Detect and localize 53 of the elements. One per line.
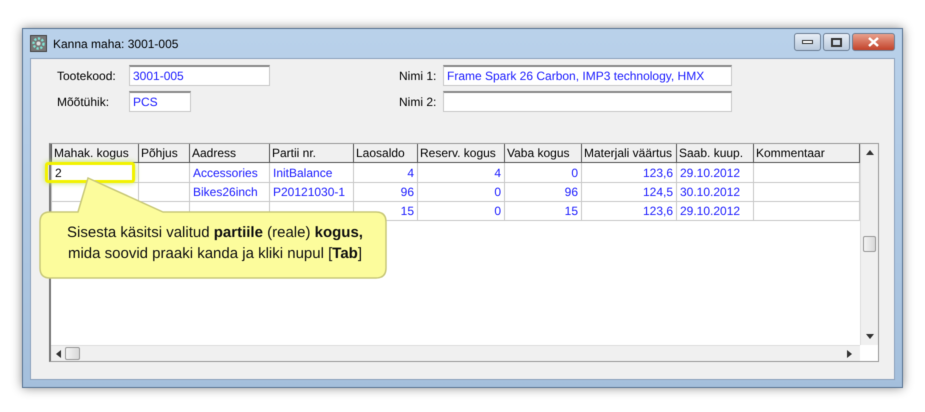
scroll-thumb[interactable] [65, 347, 80, 360]
column-header[interactable]: Aadress [190, 144, 270, 162]
column-header[interactable]: Reserv. kogus [418, 144, 504, 162]
column-header[interactable]: Partii nr. [270, 144, 354, 162]
field-label: Nimi 2: [398, 94, 438, 110]
table-cell: 15 [504, 202, 582, 220]
input-field[interactable]: Frame Spark 26 Carbon, IMP3 technology, HMX [443, 65, 732, 86]
field-label: Mõõtühik: [56, 94, 110, 110]
callout-text: Sisesta käsitsi valitud partiile (reale) kogus, mida soovid praaki kanda ja kliki nupul [Tab] [66, 223, 364, 264]
field-label: Tootekood: [56, 68, 117, 84]
close-button[interactable] [852, 33, 895, 51]
maximize-button[interactable] [823, 33, 850, 51]
table-cell: 30.10.2012 [676, 182, 754, 202]
table-cell: 0 [504, 162, 582, 182]
field-label: Nimi 1: [398, 68, 438, 84]
table-cell: 124,5 [582, 182, 676, 202]
table-cell: P20121030-1 [270, 182, 354, 202]
input-field[interactable]: 3001-005 [129, 65, 270, 86]
table-cell: 123,6 [582, 162, 676, 182]
input-field[interactable] [443, 91, 732, 112]
table-cell: Accessories [190, 162, 270, 182]
table-cell: 4 [418, 162, 504, 182]
table-cell: 123,6 [582, 202, 676, 220]
minimize-button[interactable] [794, 33, 821, 51]
scroll-up-icon[interactable] [866, 150, 874, 155]
gear-icon [30, 35, 47, 52]
table-cell: 4 [354, 162, 418, 182]
input-field[interactable]: PCS [129, 91, 191, 112]
scroll-right-icon[interactable] [847, 350, 852, 358]
table-cell: 0 [418, 182, 504, 202]
column-header[interactable]: Mahak. kogus [52, 144, 138, 162]
column-header[interactable]: Vaba kogus [504, 144, 582, 162]
table-cell: Bikes26inch [190, 182, 270, 202]
vertical-scrollbar[interactable] [860, 144, 878, 345]
table-cell: 96 [354, 182, 418, 202]
horizontal-scrollbar[interactable] [51, 345, 860, 361]
table-cell: 29.10.2012 [676, 162, 754, 182]
table-cell: 29.10.2012 [676, 202, 754, 220]
scroll-thumb[interactable] [863, 236, 876, 252]
column-header[interactable]: Materjali väärtus [582, 144, 676, 162]
scroll-down-icon[interactable] [866, 334, 874, 339]
column-header[interactable]: Saab. kuup. [676, 144, 754, 162]
column-header[interactable]: Laosaldo [354, 144, 418, 162]
scroll-left-icon[interactable] [56, 350, 61, 358]
column-header[interactable]: Kommentaar [754, 144, 860, 162]
column-header[interactable]: Põhjus [138, 144, 190, 162]
minimize-icon [802, 40, 813, 44]
maximize-icon [831, 38, 842, 46]
close-icon [868, 37, 879, 47]
table-cell: 96 [504, 182, 582, 202]
table-cell: 0 [418, 202, 504, 220]
window-title: Kanna maha: 3001-005 [53, 36, 178, 52]
table-cell: InitBalance [270, 162, 354, 182]
